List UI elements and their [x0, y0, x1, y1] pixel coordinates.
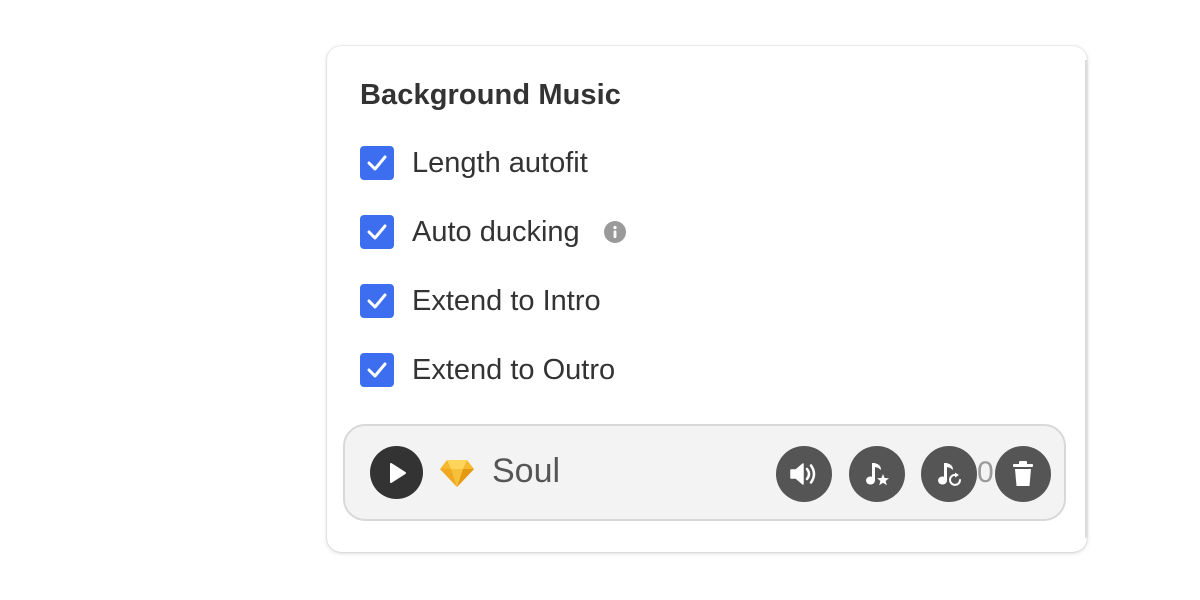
option-label: Extend to Outro: [412, 353, 616, 386]
length-autofit-checkbox[interactable]: [360, 146, 394, 180]
music-star-icon: [866, 463, 889, 486]
auto-ducking-checkbox[interactable]: [360, 215, 394, 249]
play-button[interactable]: [370, 446, 423, 499]
gem-icon: [440, 460, 474, 487]
option-extend-to-outro[interactable]: Extend to Outro: [360, 352, 615, 388]
music-track-bar: Soul 0: [343, 424, 1066, 521]
checkmark-icon: [367, 362, 387, 378]
option-label: Auto ducking: [412, 215, 580, 248]
option-label: Length autofit: [412, 146, 588, 179]
option-label: Extend to Intro: [412, 284, 601, 317]
option-auto-ducking[interactable]: Auto ducking: [360, 214, 626, 250]
panel-scrollbar[interactable]: [1085, 60, 1087, 538]
checkmark-icon: [367, 224, 387, 240]
background-music-panel: Background Music Length autofit Auto duc…: [327, 46, 1087, 552]
hidden-value-text: 0: [977, 456, 994, 489]
info-icon[interactable]: [603, 221, 626, 243]
extend-to-intro-checkbox[interactable]: [360, 284, 394, 318]
volume-icon: [790, 463, 816, 485]
trash-icon: [1013, 461, 1033, 486]
extend-to-outro-checkbox[interactable]: [360, 353, 394, 387]
checkmark-icon: [367, 293, 387, 309]
delete-track-button[interactable]: [995, 446, 1051, 502]
track-name: Soul: [492, 452, 561, 490]
checkmark-icon: [367, 155, 387, 171]
replace-music-button[interactable]: [921, 446, 977, 502]
volume-button[interactable]: [776, 446, 832, 502]
music-favorite-button[interactable]: [849, 446, 905, 502]
option-extend-to-intro[interactable]: Extend to Intro: [360, 283, 601, 319]
music-replace-icon: [938, 463, 961, 486]
panel-title: Background Music: [360, 79, 622, 111]
option-length-autofit[interactable]: Length autofit: [360, 145, 588, 181]
play-icon: [389, 462, 406, 483]
